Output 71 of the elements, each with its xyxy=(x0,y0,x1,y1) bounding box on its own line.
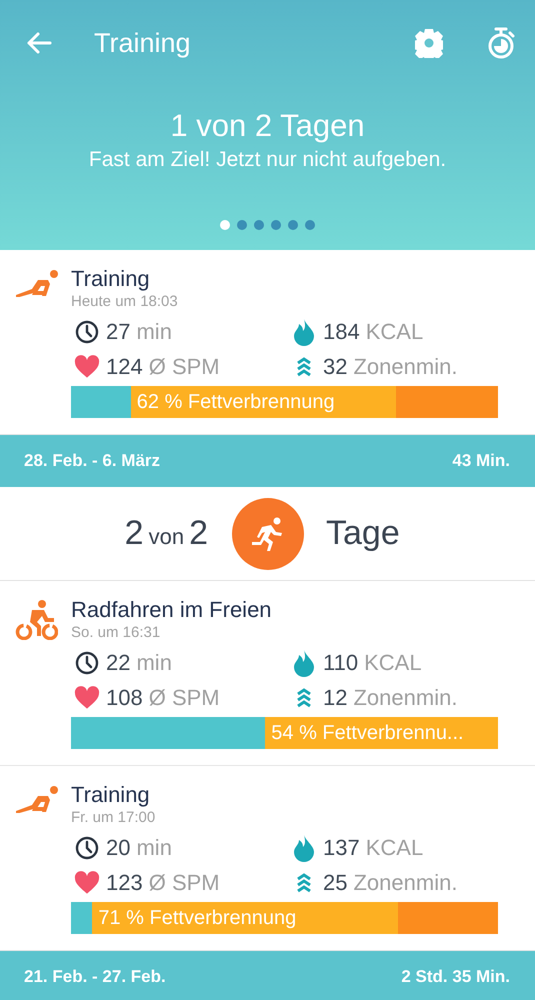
clock-icon xyxy=(75,320,99,344)
duration-value: 20 xyxy=(106,834,130,860)
duration-unit: min xyxy=(136,318,172,344)
clock-icon xyxy=(75,650,99,674)
zone-minutes-value: 12 xyxy=(323,684,348,710)
duration-unit: min xyxy=(136,834,172,860)
stopwatch-icon xyxy=(487,27,515,59)
heart-rate-value: 124 xyxy=(106,354,143,380)
fat-burn-label: 62 % Fettverbrennung xyxy=(136,390,335,415)
activity-title: Radfahren im Freien xyxy=(71,597,273,623)
flame-icon xyxy=(293,648,315,676)
chevrons-up-icon xyxy=(296,872,312,892)
cyclist-icon xyxy=(14,600,58,640)
flame-icon xyxy=(293,834,315,862)
fat-burn-label: 54 % Fettverbrennu... xyxy=(270,721,464,746)
goal-unit: Tage xyxy=(326,514,400,553)
progress-headline: 1 von 2 Tagen xyxy=(170,108,365,144)
calories-value: 137 xyxy=(323,834,360,860)
settings-icon xyxy=(415,28,443,58)
duration-value: 22 xyxy=(106,650,130,676)
heart-rate-unit: Ø SPM xyxy=(148,870,220,896)
settings-button[interactable] xyxy=(415,28,443,58)
chevrons-up-icon xyxy=(296,356,312,376)
calories-value: 184 xyxy=(323,318,360,344)
heart-rate-value: 108 xyxy=(106,684,143,710)
zone-minutes-unit: Zonenmin. xyxy=(353,684,458,710)
zone-minutes-unit: Zonenmin. xyxy=(353,354,458,380)
flame-icon xyxy=(293,318,315,346)
zone-minutes-value: 25 xyxy=(323,870,348,896)
week-total: 43 Min. xyxy=(452,451,510,471)
activity-title: Training xyxy=(71,266,151,292)
zone-minutes-value: 32 xyxy=(323,354,348,380)
zone-minutes-unit: Zonenmin. xyxy=(353,870,458,896)
back-icon xyxy=(26,31,52,55)
goal-count: 2 xyxy=(124,514,144,553)
week-range: 21. Feb. - 27. Feb. xyxy=(24,967,166,987)
calories-unit: KCAL xyxy=(366,318,424,344)
heart-rate-unit: Ø SPM xyxy=(148,684,220,710)
activity-title: Training xyxy=(71,782,151,808)
heart-rate-value: 123 xyxy=(106,870,143,896)
page-dot[interactable] xyxy=(220,220,230,230)
page-dot[interactable] xyxy=(288,220,298,230)
calories-value: 110 xyxy=(323,650,358,676)
screen-title: Training xyxy=(94,28,192,58)
crouching-person-icon xyxy=(14,269,60,297)
week-total: 2 Std. 35 Min. xyxy=(401,967,510,987)
fat-burn-label: 71 % Fettverbrennung xyxy=(97,906,296,931)
motivation-text: Fast am Ziel! Jetzt nur nicht aufgeben. xyxy=(88,148,446,172)
page-dot[interactable] xyxy=(237,220,247,230)
week-range: 28. Feb. - 6. März xyxy=(24,451,160,471)
goal-of: von xyxy=(148,524,184,550)
crouching-person-icon xyxy=(14,785,60,813)
heart-icon xyxy=(74,870,100,894)
timer-button[interactable] xyxy=(487,27,515,59)
activity-time: Fr. um 17:00 xyxy=(71,808,156,828)
chevrons-up-icon xyxy=(296,688,312,708)
calories-unit: KCAL xyxy=(364,650,422,676)
page-dot[interactable] xyxy=(254,220,264,230)
duration-value: 27 xyxy=(106,318,130,344)
activity-time: So. um 16:31 xyxy=(71,623,162,643)
heart-rate-unit: Ø SPM xyxy=(148,354,220,380)
goal-target: 2 xyxy=(189,514,208,553)
activity-time: Heute um 18:03 xyxy=(71,292,179,312)
duration-unit: min xyxy=(136,650,172,676)
heart-icon xyxy=(74,354,100,378)
heart-icon xyxy=(74,686,100,710)
back-button[interactable] xyxy=(26,31,52,55)
clock-icon xyxy=(75,836,99,860)
page-dot[interactable] xyxy=(305,220,315,230)
calories-unit: KCAL xyxy=(366,834,424,860)
page-dot[interactable] xyxy=(271,220,281,230)
